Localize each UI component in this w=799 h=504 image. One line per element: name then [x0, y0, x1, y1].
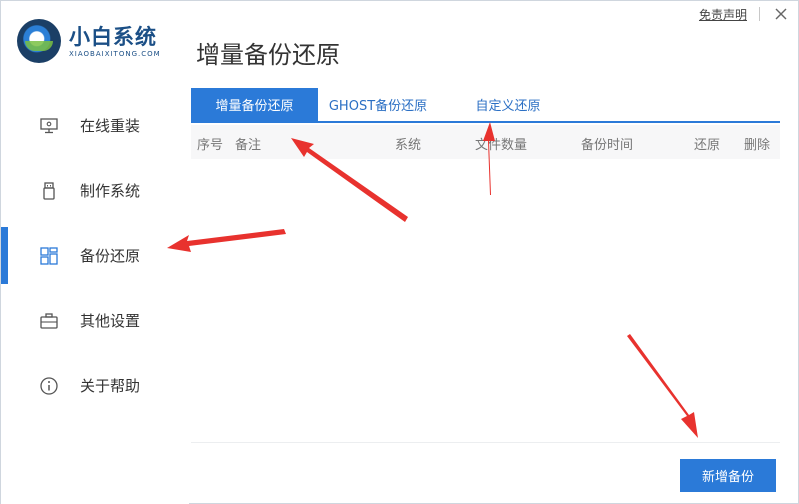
tab-incremental-backup[interactable]: 增量备份还原 — [191, 88, 318, 121]
column-header-backup-time: 备份时间 — [581, 138, 634, 153]
sidebar-nav: 在线重装 制作系统 备份还原 其他设置 关于帮助 — [1, 93, 189, 418]
tab-ghost-backup[interactable]: GHOST备份还原 — [318, 88, 438, 121]
logo-icon — [17, 19, 61, 63]
table-header: 序号 备注 系统 文件数量 备份时间 还原 删除 — [191, 125, 780, 159]
sidebar-item-label: 制作系统 — [80, 182, 141, 200]
divider — [759, 7, 760, 21]
sidebar-item-label: 其他设置 — [80, 312, 141, 330]
column-header-system: 系统 — [395, 138, 422, 153]
column-header-index: 序号 — [197, 138, 224, 153]
column-header-restore: 还原 — [694, 138, 721, 153]
app-window: 小白系统 XIAOBAIXITONG.COM 在线重装 制作系统 备份还原 其他… — [0, 0, 799, 504]
active-indicator — [1, 227, 8, 284]
sidebar-item-label: 关于帮助 — [80, 377, 141, 395]
monitor-icon — [39, 116, 59, 136]
tab-bar: 增量备份还原 GHOST备份还原 自定义还原 — [191, 88, 780, 123]
tab-custom-restore[interactable]: 自定义还原 — [438, 88, 578, 121]
column-header-delete: 删除 — [744, 138, 771, 153]
logo-title: 小白系统 — [69, 24, 157, 49]
app-logo: 小白系统 XIAOBAIXITONG.COM — [17, 19, 161, 63]
sidebar-item-label: 在线重装 — [80, 117, 141, 135]
page-title: 增量备份还原 — [196, 41, 340, 69]
sidebar-item-label: 备份还原 — [80, 247, 141, 265]
new-backup-button[interactable]: 新增备份 — [680, 459, 776, 492]
sidebar-item-about-help[interactable]: 关于帮助 — [1, 353, 189, 418]
logo-subtitle: XIAOBAIXITONG.COM — [69, 49, 161, 58]
backup-list[interactable] — [191, 159, 780, 443]
sidebar-item-make-system[interactable]: 制作系统 — [1, 158, 189, 223]
column-header-file-count: 文件数量 — [475, 138, 528, 153]
sidebar: 小白系统 XIAOBAIXITONG.COM 在线重装 制作系统 备份还原 其他… — [1, 1, 189, 504]
sidebar-item-online-reinstall[interactable]: 在线重装 — [1, 93, 189, 158]
title-bar: 免责声明 — [699, 1, 799, 27]
disclaimer-link[interactable]: 免责声明 — [699, 6, 747, 23]
briefcase-icon — [39, 311, 59, 331]
info-icon — [39, 376, 59, 396]
usb-icon — [39, 181, 59, 201]
sidebar-item-backup-restore[interactable]: 备份还原 — [1, 223, 189, 288]
main-panel: 免责声明 增量备份还原 增量备份还原 GHOST备份还原 自定义还原 序号 备注… — [189, 1, 799, 504]
close-icon[interactable] — [770, 3, 792, 25]
column-header-note: 备注 — [235, 138, 262, 153]
sidebar-item-other-settings[interactable]: 其他设置 — [1, 288, 189, 353]
grid-icon — [39, 246, 59, 266]
